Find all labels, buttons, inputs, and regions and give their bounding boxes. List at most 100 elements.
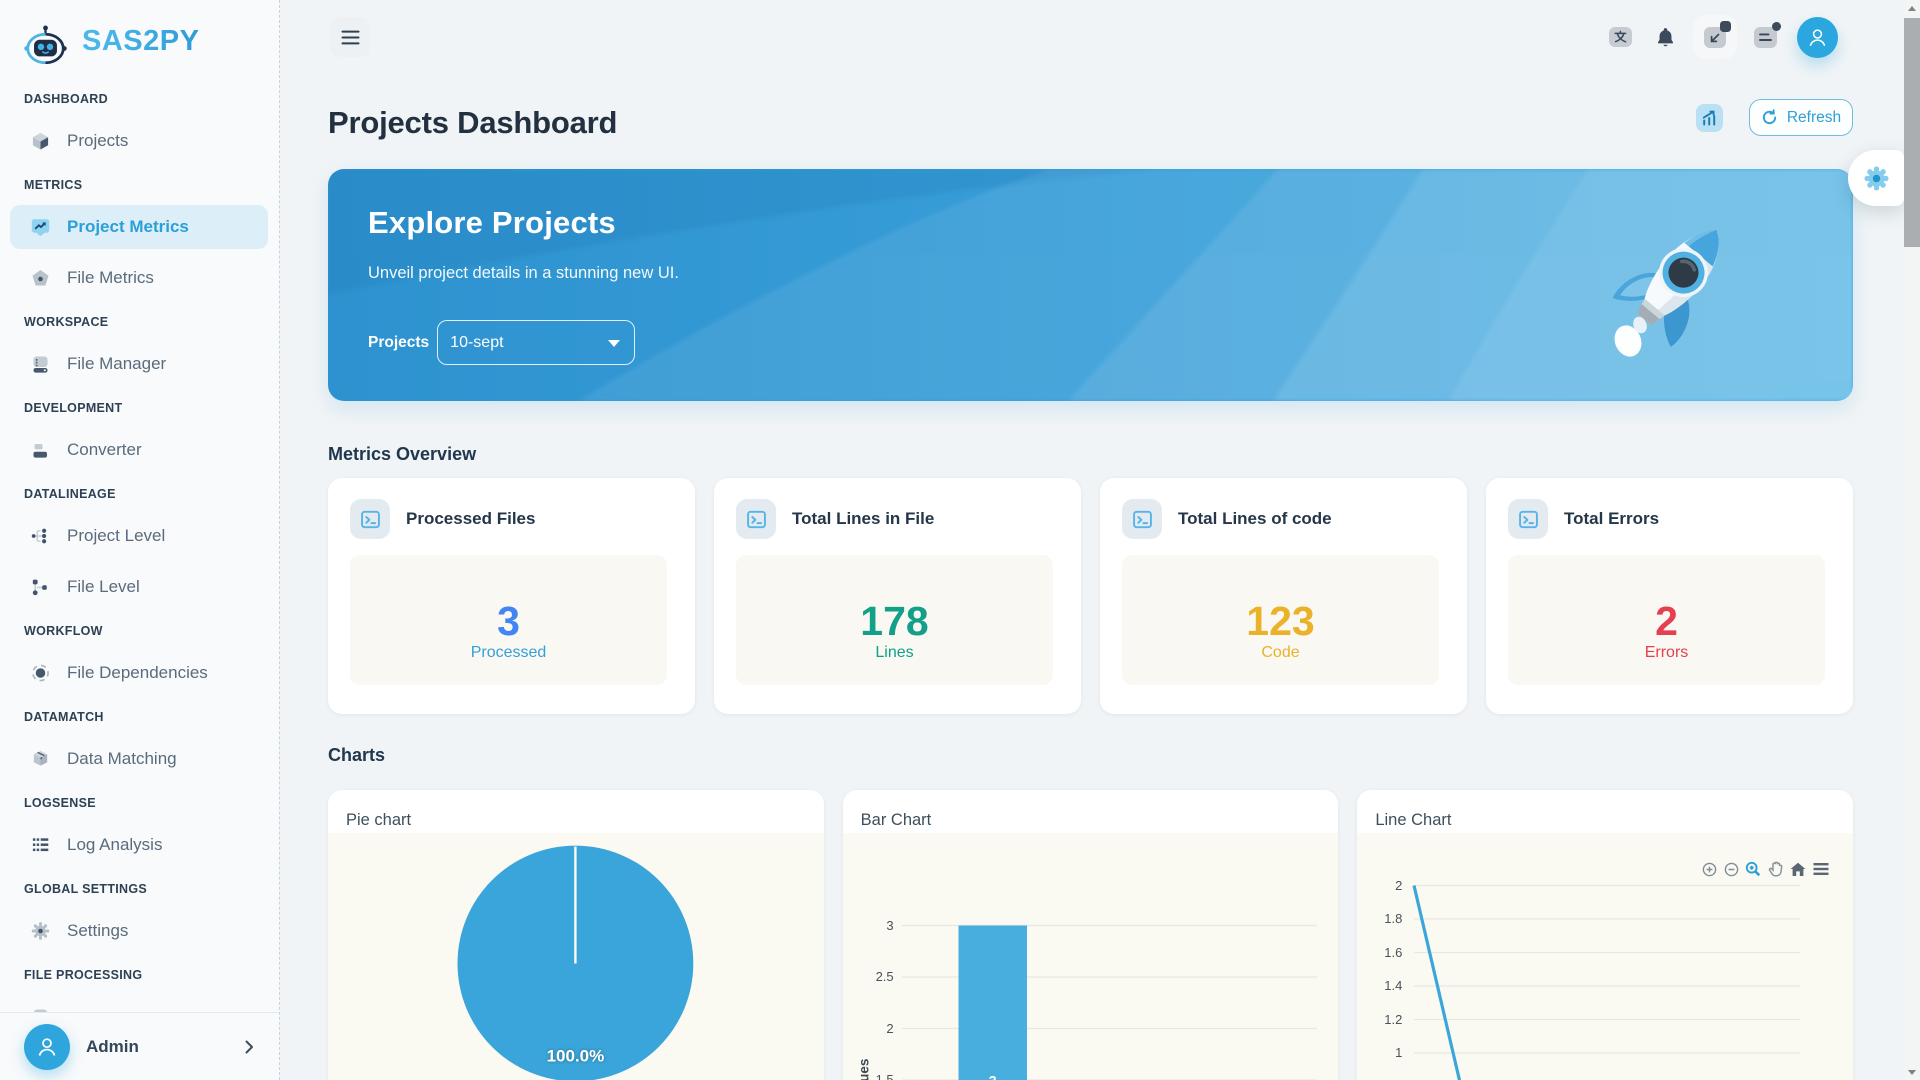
section-label-file-processing: FILE PROCESSING: [24, 967, 265, 983]
section-label-metrics: METRICS: [24, 177, 265, 193]
stack-icon: [31, 441, 50, 460]
section-label-global-settings: GLOBAL SETTINGS: [24, 881, 265, 897]
admin-name: Admin: [86, 1037, 139, 1057]
bar-chart[interactable]: 3 Values: [843, 833, 1339, 1080]
sidebar-item-label: Projects: [67, 131, 128, 151]
bar-value-label: 3: [988, 1074, 996, 1080]
admin-avatar: [24, 1024, 70, 1070]
metric-card-total-lines-of-code: Total Lines of code 123 Code: [1100, 478, 1467, 714]
projects-select[interactable]: 10-sept: [437, 320, 635, 365]
zoom-out-icon[interactable]: [1724, 862, 1739, 877]
line-ytick: 1.6: [1360, 945, 1402, 961]
metric-value: 123: [1246, 600, 1314, 642]
scrollbar-thumb[interactable]: [1904, 18, 1920, 247]
bar-chart-card: Bar Chart 3 Values 3 2.5 2 1.5: [843, 790, 1339, 1080]
sidebar-item-file-dependencies[interactable]: File Dependencies: [10, 651, 268, 695]
metric-unit: Processed: [471, 644, 547, 662]
settings-fab[interactable]: [1848, 150, 1904, 206]
scroll-down-arrow[interactable]: [1904, 1064, 1920, 1080]
sidebar-item-label: Project Level: [67, 526, 165, 546]
pie-chart[interactable]: 100.0%: [328, 833, 824, 1080]
metrics-overview-heading: Metrics Overview: [328, 444, 1853, 465]
chart-stats-button[interactable]: [1696, 104, 1723, 132]
refresh-icon: [1761, 109, 1778, 126]
metric-title: Total Lines of code: [1178, 509, 1332, 529]
bar-ytick: 2.5: [852, 969, 894, 985]
metrics-cards: Processed Files 3 Processed Total Lines …: [328, 478, 1853, 714]
hamburger-menu-button[interactable]: [330, 17, 370, 57]
sidebar-item-settings[interactable]: Settings: [10, 909, 268, 953]
notes-icon[interactable]: [1754, 27, 1777, 48]
translate-button[interactable]: [1609, 27, 1632, 47]
hero-banner: Explore Projects Unveil project details …: [328, 169, 1853, 401]
terminal-icon: [350, 499, 390, 539]
zoom-icon[interactable]: [1745, 861, 1761, 877]
terminal-icon: [1122, 499, 1162, 539]
rocket-illustration: [1609, 223, 1724, 364]
line-ytick: 1: [1360, 1045, 1402, 1061]
bar-chart-title: Bar Chart: [861, 811, 932, 830]
sidebar-nav: DASHBOARD Projects METRICS Project Metri…: [0, 62, 279, 1012]
page-actions: Refresh: [1696, 99, 1853, 136]
sidebar-item-file-metrics[interactable]: File Metrics: [10, 256, 268, 300]
sidebar-item-file-processing[interactable]: [10, 995, 268, 1012]
sidebar-item-project-level[interactable]: Project Level: [10, 514, 268, 558]
sidebar-item-label: Log Analysis: [67, 835, 162, 855]
package-icon: [31, 750, 50, 769]
brand-logo: SAS2PY: [0, 0, 279, 62]
metric-value: 3: [497, 600, 520, 642]
profile-avatar[interactable]: [1797, 17, 1838, 58]
section-label-datalineage: DATALINEAGE: [24, 486, 265, 502]
line-ytick: 1.8: [1360, 911, 1402, 927]
page-header: Projects Dashboard Refresh: [328, 99, 1853, 142]
sidebar-item-file-manager[interactable]: File Manager: [10, 342, 268, 386]
line-ytick: 2: [1360, 878, 1402, 894]
metric-panel: 3 Processed: [350, 555, 667, 685]
zoom-in-icon[interactable]: [1702, 862, 1717, 877]
main-content: Projects Dashboard Refresh: [280, 0, 1920, 1080]
bell-icon[interactable]: [1656, 27, 1675, 48]
sidebar-item-label: File Level: [67, 577, 140, 597]
hero-content: Explore Projects Unveil project details …: [368, 169, 679, 365]
robot-logo-icon: [24, 20, 67, 64]
refresh-label: Refresh: [1787, 109, 1841, 127]
brand-name: SAS2PY: [82, 25, 199, 58]
section-label-datamatch: DATAMATCH: [24, 709, 265, 725]
trend-badge-icon: [31, 218, 50, 237]
pan-icon[interactable]: [1768, 861, 1784, 877]
sidebar-item-label: Data Matching: [67, 749, 177, 769]
chevron-right-icon: [241, 1039, 257, 1055]
metric-card-total-lines-in-file: Total Lines in File 178 Lines: [714, 478, 1081, 714]
section-label-dashboard: DASHBOARD: [24, 91, 265, 107]
metric-panel: 178 Lines: [736, 555, 1053, 685]
pentagon-icon: [31, 269, 50, 288]
metric-title: Total Lines in File: [792, 509, 934, 529]
menu-icon[interactable]: [1813, 862, 1829, 876]
line-series: [1414, 886, 1490, 1080]
sidebar-user-footer[interactable]: Admin: [0, 1012, 279, 1080]
terminal-icon: [1508, 499, 1548, 539]
sidebar-item-label: File Manager: [67, 354, 166, 374]
sidebar-item-projects[interactable]: Projects: [10, 119, 268, 163]
sidebar-item-data-matching[interactable]: Data Matching: [10, 737, 268, 781]
bar-ytick: 2: [852, 1021, 894, 1037]
scrollbar[interactable]: [1904, 0, 1920, 1080]
collapse-icon[interactable]: [1704, 27, 1726, 48]
line-ytick: 1.2: [1360, 1012, 1402, 1028]
sidebar-item-log-analysis[interactable]: Log Analysis: [10, 823, 268, 867]
topbar-actions: [1609, 15, 1853, 59]
metric-panel: 123 Code: [1122, 555, 1439, 685]
bar-ytick: 3: [852, 918, 894, 934]
sidebar-item-file-level[interactable]: File Level: [10, 565, 268, 609]
metric-unit: Code: [1261, 644, 1299, 662]
projects-select-value: 10-sept: [450, 334, 503, 352]
refresh-button[interactable]: Refresh: [1749, 99, 1853, 136]
sidebar-item-project-metrics[interactable]: Project Metrics: [10, 205, 268, 249]
section-label-development: DEVELOPMENT: [24, 400, 265, 416]
home-icon[interactable]: [1790, 862, 1806, 877]
hero-title: Explore Projects: [368, 205, 679, 241]
scroll-up-arrow[interactable]: [1904, 0, 1920, 16]
sidebar-item-converter[interactable]: Converter: [10, 428, 268, 472]
metric-card-total-errors: Total Errors 2 Errors: [1486, 478, 1853, 714]
pie-chart-title: Pie chart: [346, 811, 411, 830]
